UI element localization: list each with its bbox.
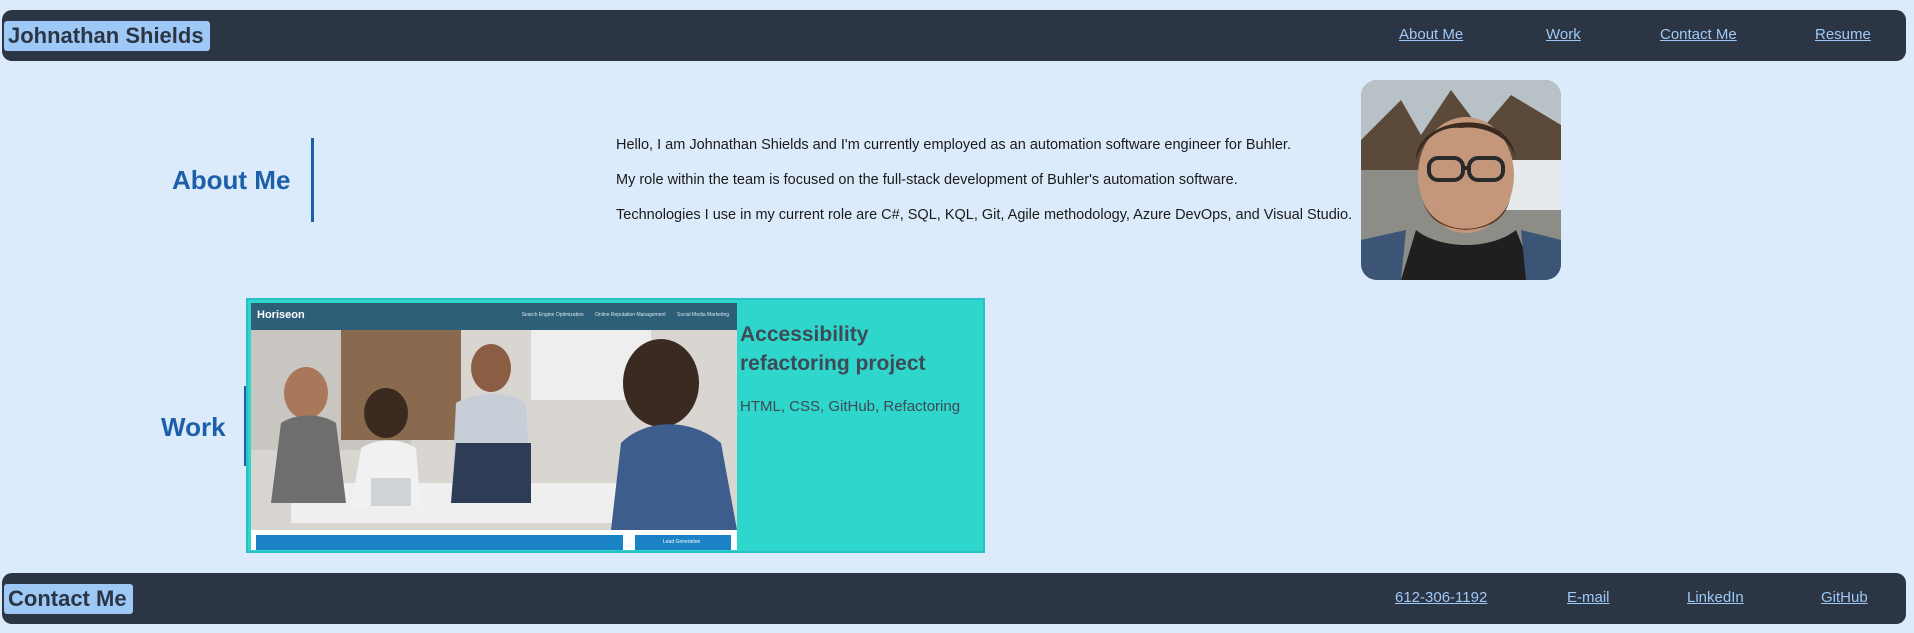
about-me-divider <box>311 138 314 222</box>
screenshot-cta: Lead Generation <box>663 539 701 545</box>
footer-title: Contact Me <box>4 584 133 614</box>
about-me-heading: About Me <box>172 165 291 195</box>
project-card[interactable]: Horiseon Search Engine Optimization Onli… <box>246 298 985 553</box>
project-title[interactable]: Accessibility refactoring project <box>740 320 980 378</box>
phone-link[interactable]: 612-306-1192 <box>1395 589 1487 606</box>
work-heading: Work <box>161 412 226 442</box>
profile-photo <box>1361 80 1561 280</box>
nav-work-link[interactable]: Work <box>1546 26 1581 43</box>
about-line-3: Technologies I use in my current role ar… <box>616 207 1353 223</box>
email-link[interactable]: E-mail <box>1567 589 1610 606</box>
project-screenshot[interactable]: Horiseon Search Engine Optimization Onli… <box>251 303 737 550</box>
about-line-2: My role within the team is focused on th… <box>616 172 1238 188</box>
nav-resume-link[interactable]: Resume <box>1815 26 1871 43</box>
nav-contact-me-link[interactable]: Contact Me <box>1660 26 1737 43</box>
site-name[interactable]: Johnathan Shields <box>4 21 210 51</box>
site-footer: Contact Me 612-306-1192 E-mail LinkedIn … <box>2 573 1906 624</box>
nav-about-me-link[interactable]: About Me <box>1399 26 1463 43</box>
project-tech: HTML, CSS, GitHub, Refactoring <box>740 398 961 415</box>
github-link[interactable]: GitHub <box>1821 589 1868 606</box>
about-line-1: Hello, I am Johnathan Shields and I'm cu… <box>616 137 1291 153</box>
site-header: Johnathan Shields About Me Work Contact … <box>2 10 1906 61</box>
linkedin-link[interactable]: LinkedIn <box>1687 589 1744 606</box>
